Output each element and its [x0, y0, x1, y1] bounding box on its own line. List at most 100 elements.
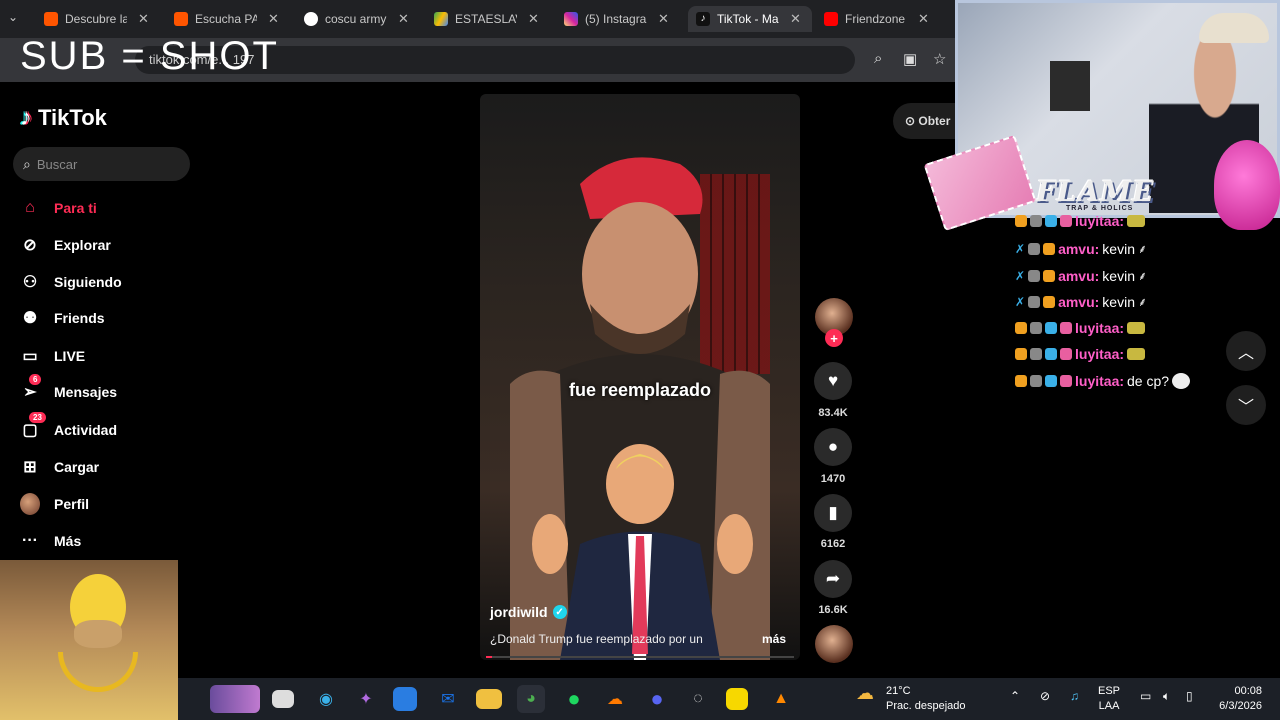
save-button[interactable]: ▮	[814, 494, 852, 532]
more-icon: ···	[22, 532, 38, 549]
tab-4[interactable]: ESTAESLAVO ✕	[426, 6, 547, 32]
tab-2[interactable]: Escucha PAS ✕	[166, 6, 287, 32]
chat-message: ✗ amvu: kevin ⸙	[1015, 293, 1147, 310]
video-author[interactable]: jordiwild ✓	[490, 604, 567, 620]
message-icon: ▢ 23	[20, 412, 46, 440]
display-icon[interactable]: ▭	[1140, 689, 1151, 703]
share-button[interactable]: ➦	[814, 560, 852, 598]
nav-label: Perfil	[54, 496, 90, 512]
video-progress-bar[interactable]	[486, 656, 794, 658]
tab-5[interactable]: (5) Instagram ✕	[556, 6, 677, 32]
author-name[interactable]: jordiwild	[490, 604, 548, 620]
nav-cargar[interactable]: ⊞ Cargar	[20, 453, 99, 481]
tab-6-active[interactable]: ♪ TikTok - Mak ✕	[688, 6, 812, 32]
get-app-button[interactable]: ⊙ Obter	[893, 103, 963, 139]
previous-video-button[interactable]: ︿	[1226, 331, 1266, 371]
nav-label: LIVE	[54, 348, 86, 364]
badge-icon	[1015, 348, 1027, 360]
more-button[interactable]: más	[762, 632, 786, 646]
zoom-icon[interactable]: ⌕	[874, 50, 882, 67]
store-icon[interactable]	[393, 687, 417, 711]
microphone-icon[interactable]: ♫	[1070, 689, 1079, 703]
emote-icon	[1127, 215, 1146, 227]
close-icon[interactable]: ✕	[790, 11, 801, 27]
install-app-icon[interactable]: ▣	[903, 50, 917, 68]
tiktok-logo[interactable]: ♪ TikTok	[20, 104, 107, 132]
nav-live[interactable]: ▭ LIVE	[20, 342, 85, 370]
nav-siguiendo[interactable]: ⚇ Siguiendo	[20, 268, 122, 296]
flame-logo-text: FLAME	[1036, 175, 1155, 208]
tab-3[interactable]: coscu army ✕	[296, 6, 417, 32]
weather-icon: ☁	[856, 683, 874, 703]
instagram-icon	[564, 12, 578, 26]
comment-button[interactable]: ●	[814, 428, 852, 466]
badge-icon	[1015, 215, 1027, 227]
chat-username: amvu:	[1058, 240, 1100, 257]
volume-icon[interactable]: 🔈︎	[1163, 689, 1170, 704]
obs-icon[interactable]: ◌	[684, 685, 712, 713]
close-icon[interactable]: ✕	[268, 11, 279, 27]
user-follow-icon: ⚇	[22, 274, 38, 291]
tab-label: Descubre las	[65, 12, 127, 26]
emote-icon	[1172, 373, 1191, 389]
clock-time: 00:08	[1234, 685, 1262, 697]
nav-label: Mensajes	[54, 384, 118, 400]
network-off-icon[interactable]: ⊘	[1040, 689, 1050, 703]
search-input[interactable]	[36, 156, 167, 172]
badge-icon	[1015, 322, 1027, 334]
widgets-icon[interactable]	[210, 685, 260, 713]
feather-icon: ⸙	[1137, 242, 1147, 256]
nav-friends[interactable]: ⚉ Friends	[20, 304, 105, 332]
tab-7[interactable]: Friendzone ✕	[816, 6, 937, 32]
nav-label: Explorar	[54, 237, 111, 253]
vlc-icon[interactable]: ▲	[767, 685, 795, 713]
nav-mensajes[interactable]: ➢ 6 Mensajes	[20, 374, 118, 406]
chevron-up-icon: ︿	[1237, 345, 1254, 362]
video-player[interactable]: fue reemplazado jordiwild ✓ ¿Donald Trum…	[480, 94, 800, 660]
close-icon[interactable]: ✕	[918, 11, 929, 27]
task-view-icon[interactable]	[272, 690, 294, 708]
next-video-button[interactable]: ﹀	[1226, 385, 1266, 425]
feather-icon: ⸙	[1137, 295, 1147, 309]
close-icon[interactable]: ✕	[528, 11, 539, 27]
chevron-up-icon[interactable]: ⌃	[1010, 689, 1020, 703]
nav-actividad[interactable]: ▢ 23 Actividad	[20, 412, 117, 444]
spotify-icon[interactable]: ●	[560, 685, 588, 713]
tab-search-button[interactable]: ⌄	[8, 10, 18, 24]
clock[interactable]: 00:08 6/3/2026	[1212, 684, 1262, 714]
badge-icon	[1030, 375, 1042, 387]
battery-icon[interactable]: ▯	[1186, 689, 1193, 703]
comment-icon: ●	[827, 437, 839, 456]
nav-perfil[interactable]: Perfil	[20, 490, 89, 518]
close-icon[interactable]: ✕	[138, 11, 149, 27]
file-explorer-icon[interactable]	[476, 689, 502, 709]
nav-mas[interactable]: ··· Más	[20, 527, 81, 555]
follow-plus-icon[interactable]: +	[825, 329, 843, 347]
tab-1[interactable]: Descubre las ✕	[36, 6, 157, 32]
flame-subtitle: TRAP & HOLICS	[1066, 205, 1134, 212]
copilot-icon[interactable]: ✦	[352, 685, 380, 713]
edge-icon[interactable]: ◉	[312, 685, 340, 713]
like-button[interactable]: ♥	[814, 362, 852, 400]
outlook-icon[interactable]: ✉	[434, 685, 462, 713]
nav-para-ti[interactable]: ⌂ Para ti	[20, 194, 97, 222]
tiktok-icon: ♪	[696, 12, 710, 26]
chat-username: luyitaa:	[1075, 320, 1125, 336]
tab-label: Escucha PAS	[195, 12, 257, 26]
nav-explorar[interactable]: ⊘ Explorar	[20, 231, 111, 259]
search-icon: ⌕	[23, 155, 31, 172]
bookmark-star-icon[interactable]: ☆	[933, 50, 946, 68]
sound-disc[interactable]	[815, 625, 853, 663]
youtube-icon	[824, 12, 838, 26]
discord-icon[interactable]: ●	[643, 685, 671, 713]
close-icon[interactable]: ✕	[398, 11, 409, 27]
language-indicator[interactable]: ESP LAA	[1098, 684, 1120, 714]
weather-widget[interactable]: 21°C Prac. despejado	[886, 684, 966, 714]
poster	[1050, 61, 1090, 111]
search-box[interactable]: ⌕	[13, 147, 190, 181]
close-icon[interactable]: ✕	[658, 11, 669, 27]
soundcloud-icon[interactable]: ☁	[601, 685, 629, 713]
sticky-notes-icon[interactable]	[726, 688, 748, 710]
tab-label: Friendzone	[845, 12, 906, 26]
chrome-icon[interactable]: ◕	[517, 685, 545, 713]
